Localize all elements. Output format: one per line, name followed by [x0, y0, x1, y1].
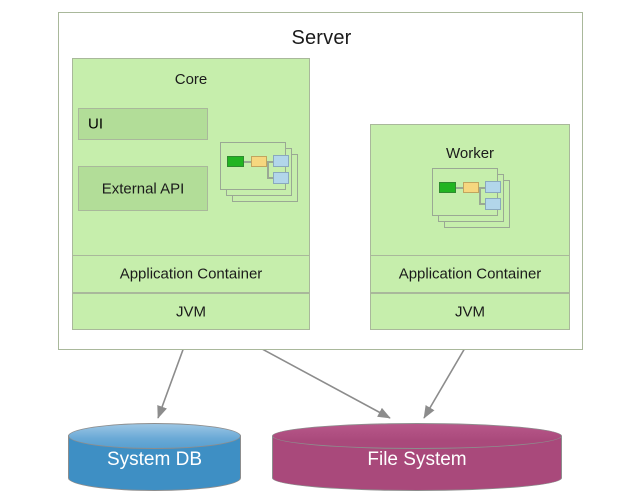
file-system-cylinder: File System: [272, 423, 562, 491]
core-row-ui-label: UI: [88, 115, 103, 133]
core-title: Core: [174, 71, 208, 88]
worker-row-jvm-label: JVM: [455, 303, 485, 320]
system-db-cylinder: System DB: [68, 423, 241, 491]
core-row-application-container: Application Container: [72, 255, 310, 293]
flow-node-end-icon: [485, 181, 501, 193]
cylinder-top: [272, 423, 562, 449]
flow-link: [479, 187, 481, 204]
core-row-application-container-label: Application Container: [119, 265, 263, 283]
worker-row-application-container: Application Container: [370, 255, 570, 293]
worker-row-jvm: JVM: [370, 293, 570, 330]
flow-node-middle-icon: [463, 182, 479, 193]
worker-title: Worker: [445, 145, 495, 162]
core-row-ui: UI: [78, 108, 208, 140]
card-front: [432, 168, 501, 216]
core-row-jvm: JVM: [72, 293, 310, 330]
cylinder-top: [68, 423, 241, 449]
core-row-external-api: External API: [78, 166, 208, 211]
worker-stacked-workflow-cards-icon: [432, 168, 510, 228]
core-stacked-workflow-cards-icon: [220, 142, 298, 202]
file-system-label: File System: [367, 449, 467, 470]
server-title: Server: [291, 27, 352, 49]
worker-row-application-container-label: Application Container: [398, 265, 542, 283]
core-row-jvm-label: JVM: [176, 303, 206, 320]
flow-node-end-icon: [485, 198, 501, 210]
card-front: [220, 142, 289, 190]
flow-node-middle-icon: [251, 156, 267, 167]
flow-node-end-icon: [273, 172, 289, 184]
flow-node-end-icon: [273, 155, 289, 167]
flow-link: [267, 161, 269, 178]
flow-node-start-icon: [439, 182, 456, 193]
diagram-canvas: Server Core UI External API Application …: [0, 0, 640, 500]
core-row-external-api-label: External API: [101, 180, 185, 197]
flow-node-start-icon: [227, 156, 244, 167]
system-db-label: System DB: [106, 449, 203, 470]
